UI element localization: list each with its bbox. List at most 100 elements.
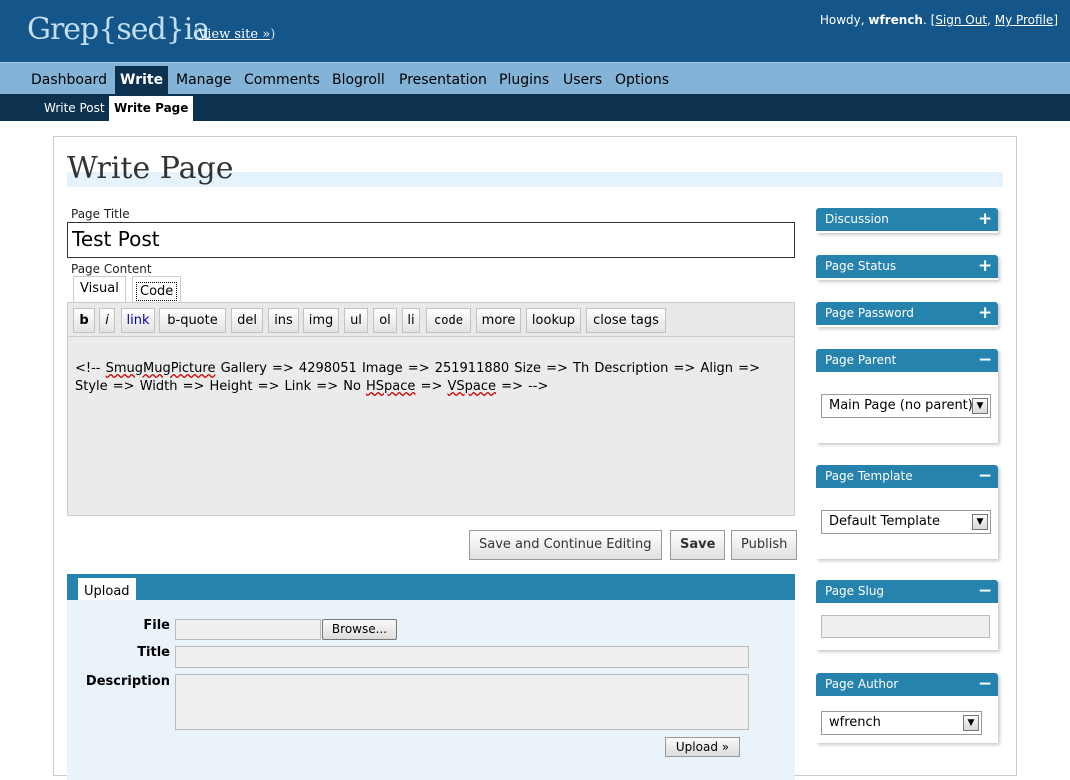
collapse-icon[interactable]: − — [978, 465, 992, 488]
save-button[interactable]: Save — [670, 530, 726, 560]
upload-file-input[interactable] — [175, 619, 321, 640]
page-author-box: Page Author − wfrench ▼ — [816, 673, 998, 743]
page-password-box: Page Password + — [816, 302, 998, 327]
qt-lookup-button[interactable]: lookup — [526, 308, 581, 333]
page-password-title: Page Password — [825, 306, 914, 320]
tab-code[interactable]: Code — [132, 276, 182, 302]
qt-bold-button[interactable]: b — [73, 308, 95, 333]
page-parent-select[interactable]: Main Page (no parent) ▼ — [821, 394, 991, 418]
content-text: => — [415, 379, 448, 394]
upload-tab-bar — [67, 574, 795, 600]
qt-ins-button[interactable]: ins — [268, 308, 299, 333]
menu-dashboard[interactable]: Dashboard — [26, 66, 112, 95]
qt-li-button[interactable]: li — [402, 308, 420, 333]
view-site-link[interactable]: (View site ») — [193, 27, 275, 42]
menu-manage[interactable]: Manage — [171, 66, 237, 95]
menu-comments[interactable]: Comments — [239, 66, 325, 95]
menu-write[interactable]: Write — [115, 66, 169, 95]
user-info: Howdy, wfrench. [Sign Out, My Profile] — [820, 13, 1058, 27]
page-parent-title: Page Parent — [825, 353, 897, 367]
page-template-select[interactable]: Default Template ▼ — [821, 510, 991, 534]
page-template-header[interactable]: Page Template − — [816, 465, 998, 488]
expand-icon[interactable]: + — [978, 255, 992, 278]
page-title-input[interactable]: Test Post — [67, 222, 795, 258]
content-text: VSpace — [447, 379, 497, 394]
view-site-label[interactable]: View site » — [198, 27, 270, 42]
collapse-icon[interactable]: − — [978, 349, 992, 372]
upload-submit-button[interactable]: Upload » — [665, 737, 740, 757]
chevron-down-icon[interactable]: ▼ — [972, 398, 988, 414]
page-content-textarea[interactable]: <!-- SmugMugPicture Gallery => 4298051 I… — [67, 336, 795, 516]
upload-title-label: Title — [137, 645, 170, 660]
discussion-header[interactable]: Discussion + — [816, 208, 998, 231]
page-author-select[interactable]: wfrench ▼ — [821, 711, 982, 735]
period: . — [922, 13, 927, 27]
qt-more-button[interactable]: more — [476, 308, 521, 333]
qt-ul-button[interactable]: ul — [344, 308, 368, 333]
save-and-continue-button[interactable]: Save and Continue Editing — [469, 530, 662, 560]
page-content-label: Page Content — [71, 262, 152, 276]
content-text: <!-- — [75, 361, 106, 376]
content-wrap: Write Page Page Title Test Post Page Con… — [53, 136, 1017, 780]
page-status-box: Page Status + — [816, 255, 998, 280]
publish-button[interactable]: Publish — [731, 530, 798, 560]
admin-menu: Dashboard Write Manage Comments Blogroll… — [0, 62, 1070, 95]
chevron-down-icon[interactable]: ▼ — [963, 715, 979, 731]
sign-out-link[interactable]: Sign Out — [935, 13, 987, 27]
submenu-write-post[interactable]: Write Post — [39, 96, 110, 121]
page-author-header[interactable]: Page Author − — [816, 673, 998, 696]
my-profile-link[interactable]: My Profile — [995, 13, 1054, 27]
tab-code-label: Code — [136, 282, 178, 301]
page-slug-box: Page Slug − — [816, 580, 998, 650]
upload-description-textarea[interactable] — [175, 674, 749, 730]
upload-title-input[interactable] — [175, 646, 749, 668]
page-slug-header[interactable]: Page Slug − — [816, 580, 998, 603]
page-slug-title: Page Slug — [825, 584, 885, 598]
page-title-label: Page Title — [71, 207, 130, 221]
paren-close: ) — [270, 27, 276, 42]
page-status-header[interactable]: Page Status + — [816, 255, 998, 278]
content-text: => --> — [496, 379, 549, 394]
upload-file-label: File — [143, 618, 170, 633]
qt-ol-button[interactable]: ol — [373, 308, 397, 333]
page-parent-value: Main Page (no parent) — [829, 398, 973, 413]
page-template-title: Page Template — [825, 469, 913, 483]
page-password-header[interactable]: Page Password + — [816, 302, 998, 325]
browse-button[interactable]: Browse... — [322, 619, 397, 640]
page-author-title: Page Author — [825, 677, 899, 691]
qt-img-button[interactable]: img — [303, 308, 339, 333]
page-template-value: Default Template — [829, 514, 940, 529]
qt-del-button[interactable]: del — [231, 308, 263, 333]
page-template-box: Page Template − Default Template ▼ — [816, 465, 998, 559]
qt-blockquote-button[interactable]: b-quote — [159, 308, 226, 333]
content-text: SmugMugPicture — [105, 361, 216, 376]
expand-icon[interactable]: + — [978, 208, 992, 231]
qt-link-button[interactable]: link — [121, 308, 155, 333]
menu-plugins[interactable]: Plugins — [494, 66, 554, 95]
chevron-down-icon[interactable]: ▼ — [972, 514, 988, 530]
collapse-icon[interactable]: − — [978, 673, 992, 696]
discussion-title: Discussion — [825, 212, 889, 226]
expand-icon[interactable]: + — [978, 302, 992, 325]
collapse-icon[interactable]: − — [978, 580, 992, 603]
discussion-box: Discussion + — [816, 208, 998, 233]
page-author-value: wfrench — [829, 715, 881, 730]
menu-options[interactable]: Options — [610, 66, 674, 95]
submenu-write-page[interactable]: Write Page — [109, 96, 194, 121]
bracket-close: ] — [1053, 13, 1058, 27]
site-title: Grep{sed}ia — [27, 12, 210, 47]
page-parent-box: Page Parent − Main Page (no parent) ▼ — [816, 349, 998, 443]
username: wfrench — [868, 13, 923, 27]
menu-presentation[interactable]: Presentation — [394, 66, 492, 95]
qt-code-button[interactable]: code — [426, 308, 471, 333]
howdy-text: Howdy, — [819, 13, 865, 27]
sub-menu: Write Post Write Page — [0, 94, 1070, 121]
page-parent-header[interactable]: Page Parent − — [816, 349, 998, 372]
qt-close-tags-button[interactable]: close tags — [586, 308, 666, 333]
menu-blogroll[interactable]: Blogroll — [327, 66, 390, 95]
page-slug-input[interactable] — [821, 615, 990, 638]
menu-users[interactable]: Users — [558, 66, 607, 95]
tab-visual[interactable]: Visual — [73, 276, 126, 302]
qt-italic-button[interactable]: i — [99, 308, 115, 333]
page-status-title: Page Status — [825, 259, 897, 273]
